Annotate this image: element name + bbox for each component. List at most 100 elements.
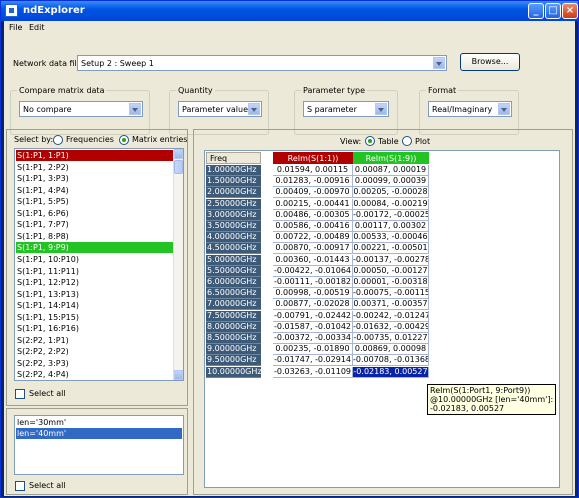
table-cell[interactable]: -0.01632, -0.00429	[353, 321, 429, 333]
freq-row-header[interactable]: 1.50000GHz	[206, 176, 261, 188]
maximize-button[interactable]: □	[545, 3, 561, 19]
matrix-entry-item[interactable]: S(1:P1, 1:P1)	[16, 150, 174, 161]
freq-row-header[interactable]: 4.00000GHz	[206, 232, 261, 244]
table-cell[interactable]: 0.00235, -0.01890	[273, 344, 353, 356]
table-cell[interactable]: 0.00001, -0.00318	[353, 277, 429, 288]
table-cell[interactable]: -0.00735, 0.01227	[353, 333, 429, 344]
freq-row-header[interactable]: 6.50000GHz	[206, 288, 261, 300]
table-cell[interactable]: -0.01587, -0.01042	[273, 321, 353, 333]
format-combo[interactable]: Real/Imaginary	[428, 101, 512, 117]
quantity-combo[interactable]: Parameter values	[178, 101, 262, 117]
variation-item[interactable]: len='30mm'	[16, 417, 182, 428]
freq-row-header[interactable]: 7.00000GHz	[206, 299, 261, 311]
radio-plot[interactable]	[402, 136, 412, 146]
table-cell[interactable]: -0.00791, -0.02442	[273, 310, 353, 322]
matrix-entry-item[interactable]: S(2:P2, 1:P1)	[16, 335, 174, 346]
freq-row-header[interactable]: 7.50000GHz	[206, 310, 261, 322]
table-cell[interactable]: 0.00117, 0.00302	[353, 221, 429, 232]
freq-row-header[interactable]: 3.50000GHz	[206, 221, 261, 232]
matrix-entry-item[interactable]: S(1:P1, 2:P2)	[16, 162, 174, 173]
select-all-entries-checkbox[interactable]	[15, 389, 25, 399]
table-cell[interactable]: 0.00486, -0.00305	[273, 209, 353, 221]
matrix-entry-item[interactable]: S(1:P1, 4:P4)	[16, 185, 174, 196]
freq-row-header[interactable]: 9.50000GHz	[206, 355, 261, 367]
radio-table[interactable]	[365, 136, 375, 146]
table-cell[interactable]: 0.00084, -0.00219	[353, 198, 429, 210]
close-button[interactable]: ×	[562, 3, 578, 19]
column-header[interactable]: Freq	[206, 152, 261, 164]
table-cell[interactable]: 0.00533, -0.00046	[353, 232, 429, 244]
freq-row-header[interactable]: 2.50000GHz	[206, 198, 261, 210]
title-bar[interactable]: ndExplorer _ □ ×	[1, 1, 578, 21]
matrix-entry-item[interactable]: S(1:P1, 5:P5)	[16, 196, 174, 207]
matrix-entry-item[interactable]: S(2:P2, 4:P4)	[16, 369, 174, 380]
column-header[interactable]: ReIm(S(1:1))	[273, 152, 353, 164]
matrix-entry-item[interactable]: S(1:P1, 10:P10)	[16, 254, 174, 265]
matrix-entry-item[interactable]: S(1:P1, 7:P7)	[16, 219, 174, 230]
matrix-entry-item[interactable]: S(1:P1, 14:P14)	[16, 300, 174, 311]
table-cell[interactable]: 0.00050, -0.00127	[353, 265, 429, 277]
freq-row-header[interactable]: 8.50000GHz	[206, 333, 261, 344]
menu-file[interactable]: File	[9, 23, 22, 32]
table-cell[interactable]: 0.00099, 0.00039	[353, 176, 429, 188]
freq-row-header[interactable]: 9.00000GHz	[206, 344, 261, 356]
table-cell[interactable]: 0.00870, -0.00917	[273, 243, 353, 255]
matrix-entry-item[interactable]: S(1:P1, 15:P15)	[16, 312, 174, 323]
table-cell[interactable]: -0.00708, -0.01368	[353, 355, 429, 367]
variations-list[interactable]: len='30mm' len='40mm'	[14, 415, 184, 475]
table-cell[interactable]: 0.00087, 0.00019	[353, 165, 429, 176]
matrix-entry-item[interactable]: S(2:P2, 2:P2)	[16, 346, 174, 357]
table-cell[interactable]: 0.00877, -0.02028	[273, 299, 353, 311]
freq-row-header[interactable]: 5.00000GHz	[206, 254, 261, 266]
freq-row-header[interactable]: 5.50000GHz	[206, 265, 261, 277]
data-table[interactable]: Freq ReIm(S(1:1)) ReIm(S(1:9)) 1.00000GHz 0.…	[204, 150, 560, 488]
freq-row-header[interactable]: 3.00000GHz	[206, 209, 261, 221]
scroll-thumb[interactable]	[174, 160, 183, 174]
table-cell[interactable]: 0.00998, -0.00519	[273, 288, 353, 300]
variation-item[interactable]: len='40mm'	[16, 428, 182, 439]
freq-row-header[interactable]: 4.50000GHz	[206, 243, 261, 255]
freq-row-header[interactable]: 1.00000GHz	[206, 165, 261, 176]
table-cell[interactable]: 0.01283, -0.00916	[273, 176, 353, 188]
table-cell[interactable]: -0.03263, -0.01109	[273, 366, 353, 378]
matrix-entry-item[interactable]: S(1:P1, 3:P3)	[16, 173, 174, 184]
freq-row-header[interactable]: 8.00000GHz	[206, 321, 261, 333]
table-cell[interactable]: 0.00360, -0.01443	[273, 254, 353, 266]
freq-row-header[interactable]: 6.00000GHz	[206, 277, 261, 288]
parameter-type-combo[interactable]: S parameter	[303, 101, 389, 117]
matrix-entry-item[interactable]: S(1:P1, 16:P16)	[16, 323, 174, 334]
matrix-entry-item[interactable]: S(1:P1, 13:P13)	[16, 289, 174, 300]
minimize-button[interactable]: _	[528, 3, 544, 19]
matrix-entry-item[interactable]: S(1:P1, 6:P6)	[16, 208, 174, 219]
table-cell[interactable]: 0.00869, 0.00098	[353, 344, 429, 356]
table-cell[interactable]: 0.00215, -0.00441	[273, 198, 353, 210]
table-cell[interactable]: -0.00242, -0.01247	[353, 310, 429, 322]
data-file-combo[interactable]: Setup 2 : Sweep 1	[77, 55, 447, 71]
scroll-up-icon[interactable]	[174, 149, 183, 159]
matrix-entry-item[interactable]: S(1:P1, 9:P9)	[16, 242, 174, 254]
table-cell[interactable]: 0.00205, -0.00028	[353, 187, 429, 199]
table-cell[interactable]: 0.00722, -0.00489	[273, 232, 353, 244]
matrix-entries-list[interactable]: S(2:P2, 4:P4) S(2:P2, 3:P3) S(2:P2, 2:P2) S…	[14, 148, 184, 381]
radio-matrix-entries[interactable]	[119, 135, 129, 145]
matrix-entry-item[interactable]: S(1:P1, 12:P12)	[16, 277, 174, 288]
matrix-entry-item[interactable]: S(2:P2, 3:P3)	[16, 358, 174, 369]
entries-scrollbar[interactable]	[173, 149, 183, 380]
select-all-variations-checkbox[interactable]	[15, 481, 25, 491]
matrix-entry-item[interactable]: S(1:P1, 11:P11)	[16, 266, 174, 277]
browse-button[interactable]: Browse...	[460, 53, 520, 71]
table-cell[interactable]: 0.01594, 0.00115	[273, 165, 353, 176]
table-cell[interactable]: -0.00075, -0.00115	[353, 288, 429, 300]
table-cell[interactable]: -0.01747, -0.02914	[273, 355, 353, 367]
table-cell[interactable]: -0.00422, -0.01064	[273, 265, 353, 277]
radio-frequencies[interactable]	[53, 135, 63, 145]
table-cell[interactable]: 0.00409, -0.00970	[273, 187, 353, 199]
matrix-entry-item[interactable]: S(1:P1, 8:P8)	[16, 231, 174, 242]
table-cell[interactable]: -0.00137, -0.00278	[353, 254, 429, 266]
freq-row-header[interactable]: 2.00000GHz	[206, 187, 261, 199]
table-cell[interactable]: 0.00371, -0.00357	[353, 299, 429, 311]
table-cell[interactable]: 0.00586, -0.00416	[273, 221, 353, 232]
table-cell[interactable]: -0.00372, -0.00334	[273, 333, 353, 344]
menu-edit[interactable]: Edit	[29, 23, 45, 32]
table-cell[interactable]: 0.00221, -0.00501	[353, 243, 429, 255]
